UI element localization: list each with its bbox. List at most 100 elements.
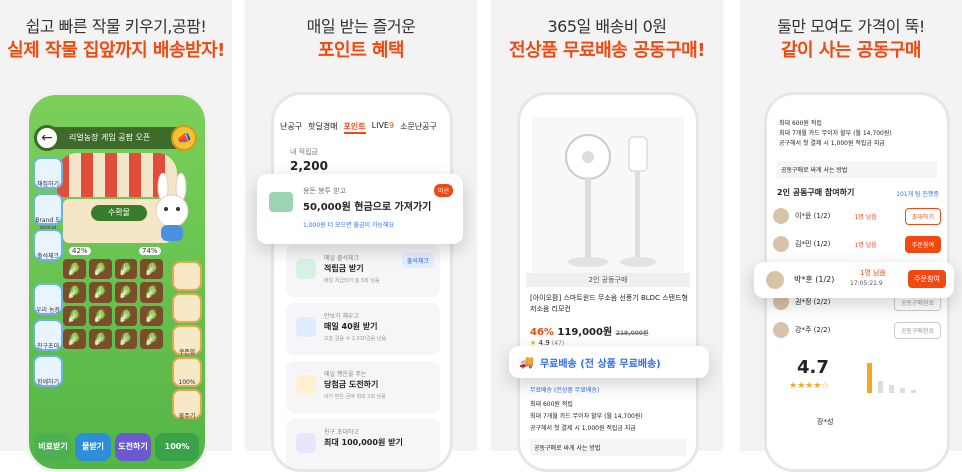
invite-friend-button[interactable]: 친구초대	[33, 319, 63, 351]
water-level-button[interactable]: 100%	[155, 433, 199, 461]
screenshot-panel-shipping: 365일 배송비 0원 전상품 무료배송 공동구매! 2인 공동구매 [아이오팜…	[491, 0, 723, 472]
join-order-button[interactable]: 주문참여	[908, 270, 946, 288]
mission-note: 오늘 걸음 수 2,030걸음 남음	[324, 336, 387, 342]
collect-button[interactable]: 채집하기	[33, 157, 63, 189]
remaining: 1명 남음	[854, 241, 877, 249]
screenshot-panel-group-buy: 둘만 모여도 가격이 뚝! 같이 사는 공동구매 최대 600원 적립 최대 7…	[740, 0, 962, 472]
panel-headline: 실제 작물 집앞까지 배송받자!	[7, 40, 225, 61]
panel-headline: 전상품 무료배송 공동구매!	[509, 40, 705, 61]
tab-live-label: LIVE	[371, 121, 389, 130]
challenge-button[interactable]: 도전하기	[115, 433, 151, 461]
popup-subtitle: 용돈 봉투 받고	[303, 187, 347, 195]
member-name: 강*주 (2/2)	[795, 326, 831, 334]
product-name[interactable]: [아이오팜] 스마트윈드 무소음 선풍기 BLDC 스탠드형 저소음 리모컨	[530, 293, 688, 315]
water-button[interactable]: 물주기	[172, 389, 202, 420]
gift-icon	[296, 259, 316, 279]
group-row: 강*주 (2/2) 공동구매완료	[773, 319, 941, 341]
rating-value: 4.7	[797, 357, 829, 378]
screenshot-panel-farm: 쉽고 빠른 작물 키우기,공팜! 실제 작물 집앞까지 배송받자! 리얼농장 게…	[0, 0, 232, 472]
mission-card[interactable]: 매일 출석체크 적립금 받기 매일 지급되어 총 5회 남음 출석체크	[286, 245, 440, 297]
panel-caption: 쉽고 빠른 작물 키우기,공팜!	[25, 17, 207, 36]
mission-title: 매일 40원 받기	[324, 322, 378, 331]
mission-card[interactable]: 매일 행운을 주는 당첨금 도전하기 내가 받은 금액 최대 2회 남음	[286, 361, 440, 413]
avatar	[773, 208, 789, 224]
invite-button[interactable]: 초대하기	[904, 207, 941, 225]
point-line: 최대 600원 적립	[530, 401, 573, 408]
mission-subtitle: 매일 행운을 주는	[324, 371, 367, 378]
mission-card[interactable]: 친구 초대하고 최대 100,000원 받기	[286, 419, 440, 469]
original-price: 219,000원	[615, 330, 649, 337]
mission-subtitle: 친구 초대하고	[324, 429, 360, 436]
coupon-button[interactable]: 쿠폰함	[172, 325, 202, 356]
progress-left: 42%	[69, 247, 91, 255]
mission-subtitle: 매일 출석체크	[324, 255, 360, 262]
truck-icon: 🚚	[519, 355, 534, 369]
remaining: 1명 남음	[860, 269, 886, 277]
avatar	[773, 322, 789, 338]
how-to-link[interactable]: 공동구매로 싸게 사는 방법	[777, 161, 937, 178]
item-slot-button[interactable]	[172, 261, 202, 291]
teams-link[interactable]: 101개 팀 진행중	[896, 189, 939, 198]
mission-badge: 미션	[433, 184, 453, 197]
popup-note: 1,000원 더 모으면 출금이 가능해요	[303, 222, 395, 229]
points-value: 2,200	[290, 159, 328, 173]
attendance-button[interactable]: 출석체크	[33, 229, 63, 261]
discount-rate: 46%	[530, 327, 554, 338]
shipping-line: 무료배송 (전상품 무료배송)	[530, 387, 600, 394]
brand-mission-button[interactable]: Brand 도전미션	[33, 193, 63, 233]
megaphone-icon[interactable]: 📣	[171, 125, 197, 151]
tab-bar: 난공구 핫딜경매 포인트 LIVE9 소문난공구	[280, 121, 446, 134]
panel-headline: 포인트 혜택	[317, 40, 405, 61]
how-to-link[interactable]: 공동구매로 싸게 사는 방법	[530, 439, 686, 456]
percent-button[interactable]: 100%	[172, 357, 202, 387]
points-label: 내 적립금	[290, 148, 318, 156]
panel-headline: 같이 사는 공동구매	[780, 40, 922, 61]
mission-card[interactable]: 만보기 채우고 매일 40원 받기 오늘 걸음 수 2,030걸음 남음	[286, 303, 440, 355]
tab-live[interactable]: LIVE9	[372, 121, 394, 134]
completed-label: 공동구매완료	[893, 321, 941, 339]
crop-field[interactable]: 🥬 🥬 🥬 🥬 🥬 🥬 🥬 🥬 🥬 🥬 🥬 🥬 🥬 🥬 🥬 🥬	[63, 259, 163, 349]
group-row: 이*윤 (1/2) 1명 남음 초대하기	[773, 205, 941, 227]
phone-frame: 난공구 핫딜경매 포인트 LIVE9 소문난공구 내 적립금 2,200 매일 …	[271, 92, 453, 472]
free-shipping-popup: 🚚 무료배송 (전 상품 무료배송)	[509, 346, 709, 378]
tab-hot-deal[interactable]: 핫딜경매	[308, 121, 337, 134]
live-mark: 9	[388, 121, 395, 130]
cash-envelope-popup[interactable]: 용돈 봉투 받고 50,000원 현금으로 가져가기 1,000원 더 모으면 …	[257, 174, 463, 244]
free-shipping-text: 무료배송 (전 상품 무료배송)	[539, 358, 661, 370]
join-order-button[interactable]: 주문참여	[904, 235, 941, 253]
tab-group-buy[interactable]: 난공구	[280, 121, 302, 134]
tab-points[interactable]: 포인트	[343, 121, 366, 134]
get-water-button[interactable]: 물받기	[75, 433, 111, 461]
card-line: 최대 7개월 카드 무이자 할부 (월 14,700원)	[530, 413, 643, 420]
mission-note: 매일 지급되어 총 5회 남음	[324, 278, 380, 284]
panel-caption: 매일 받는 즐거운	[306, 17, 416, 36]
tab-popular[interactable]: 소문난공구	[400, 121, 437, 134]
attendance-check-button[interactable]: 출석체크	[401, 253, 434, 268]
phone-frame: 리얼농장 게임 공팜 오픈 ← 📣 수확물 42% 74% 🥬 🥬 🥬 🥬 🥬 🥬 🥬 🥬 …	[26, 92, 208, 472]
group-header: 2인 공동구매 참여하기	[777, 188, 855, 197]
sale-price: 119,000원	[557, 327, 613, 338]
panel-caption: 365일 배송비 0원	[547, 17, 668, 36]
phone-frame: 2인 공동구매 [아이오팜] 스마트윈드 무소음 선풍기 BLDC 스탠드형 저…	[517, 92, 699, 472]
avatar	[773, 236, 789, 252]
panel-caption: 둘만 모여도 가격이 뚝!	[777, 17, 925, 36]
price-row: 46% 119,000원 219,000원	[530, 323, 649, 338]
fertilizer-button[interactable]: 비료받기	[35, 433, 71, 461]
avatar	[766, 271, 784, 289]
mission-note: 내가 받은 금액 최대 2회 남음	[324, 394, 386, 400]
benefit-card: 최대 7개월 카드 무이자 할부 (월 14,700원)	[779, 130, 892, 137]
harvest-badge[interactable]: 수확물	[91, 205, 147, 221]
remaining: 1명 남음	[854, 213, 877, 221]
time-left: 17:05:21.9	[850, 280, 883, 287]
back-arrow-icon[interactable]: ←	[34, 125, 60, 151]
member-name: 박*훈 (1/2)	[794, 275, 835, 284]
star-rating-icon: ★★★★☆	[789, 381, 830, 391]
benefit-list: 최대 600원 적립 최대 7개월 카드 무이자 할부 (월 14,700원) …	[779, 119, 892, 149]
join-group-popup[interactable]: 박*훈 (1/2) 1명 남음 17:05:21.9 주문참여	[754, 262, 954, 298]
together-button[interactable]: 함께하기	[33, 355, 63, 387]
fan-icon	[565, 134, 656, 267]
my-farm-button[interactable]: 우리 농장	[33, 283, 63, 315]
group-row: 김*민 (1/2) 1명 남음 주문참여	[773, 233, 941, 255]
mail-icon	[296, 433, 316, 453]
item-slot-button[interactable]	[172, 293, 202, 323]
